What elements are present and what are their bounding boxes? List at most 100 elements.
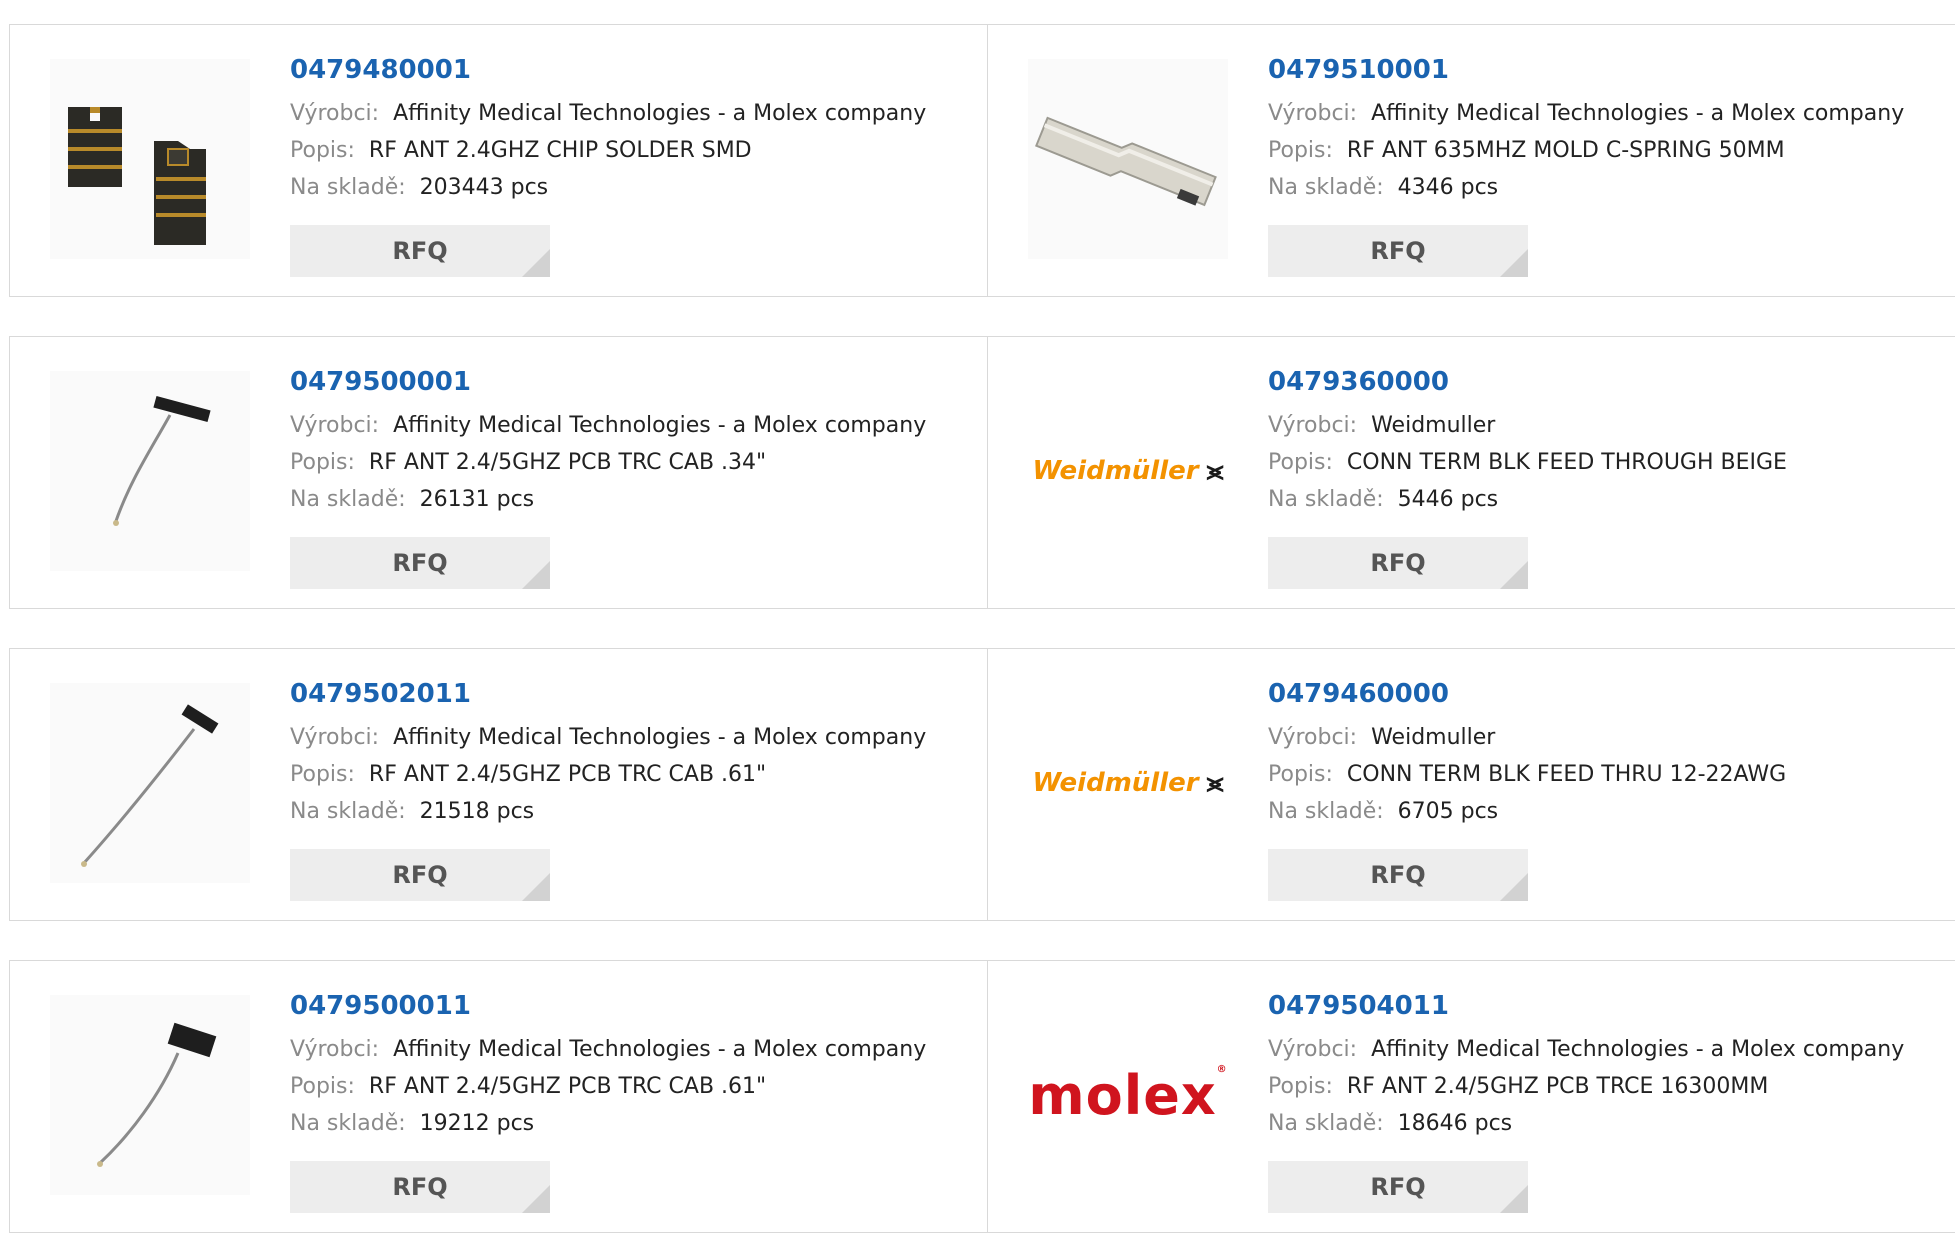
pcb-cable-antenna-image[interactable] <box>50 683 250 883</box>
description-line: Popis: RF ANT 2.4GHZ CHIP SOLDER SMD <box>290 132 977 169</box>
corner-fold-icon <box>1500 561 1528 589</box>
description-line: Popis: CONN TERM BLK FEED THRU 12-22AWG <box>1268 756 1955 793</box>
product-row: 0479502011 Výrobci: Affinity Medical Tech… <box>9 648 1955 921</box>
stock-value: 21518 pcs <box>419 799 535 824</box>
corner-fold-icon <box>522 249 550 277</box>
rfq-label: RFQ <box>1370 861 1426 889</box>
molex-logo[interactable]: molex® <box>1028 995 1228 1195</box>
stock-line: Na skladě: 21518 pcs <box>290 793 977 830</box>
rfq-button[interactable]: RFQ <box>1268 537 1528 589</box>
manufacturer-value: Affinity Medical Technologies - a Molex … <box>393 725 927 750</box>
part-number-link[interactable]: 0479360000 <box>1268 365 1955 399</box>
pcb-cable-antenna-image[interactable] <box>50 995 250 1195</box>
description-label: Popis: <box>290 762 355 787</box>
part-number-link[interactable]: 0479460000 <box>1268 677 1955 711</box>
description-label: Popis: <box>1268 1074 1333 1099</box>
description-value: RF ANT 2.4GHZ CHIP SOLDER SMD <box>368 138 752 163</box>
description-label: Popis: <box>290 138 355 163</box>
weidmuller-logo[interactable]: Weidmüller ⪤ <box>1028 683 1228 883</box>
manufacturer-value: Affinity Medical Technologies - a Molex … <box>1371 1037 1905 1062</box>
rfq-label: RFQ <box>392 549 448 577</box>
corner-fold-icon <box>1500 249 1528 277</box>
corner-fold-icon <box>1500 873 1528 901</box>
description-label: Popis: <box>1268 762 1333 787</box>
description-line: Popis: RF ANT 635MHZ MOLD C-SPRING 50MM <box>1268 132 1955 169</box>
rfq-label: RFQ <box>1370 237 1426 265</box>
stock-value: 19212 pcs <box>419 1111 535 1136</box>
manufacturer-label: Výrobci: <box>1268 1037 1358 1062</box>
rfq-button[interactable]: RFQ <box>290 1161 550 1213</box>
product-card: molex® 0479504011 Výrobci: Affinity Medic… <box>988 961 1955 1232</box>
rfq-button[interactable]: RFQ <box>1268 849 1528 901</box>
description-line: Popis: RF ANT 2.4/5GHZ PCB TRC CAB .61" <box>290 756 977 793</box>
manufacturer-line: Výrobci: Affinity Medical Technologies - … <box>290 719 977 756</box>
product-info: 0479502011 Výrobci: Affinity Medical Tech… <box>290 677 977 830</box>
stock-label: Na skladě: <box>1268 1111 1384 1136</box>
manufacturer-value: Affinity Medical Technologies - a Molex … <box>393 1037 927 1062</box>
part-number-link[interactable]: 0479480001 <box>290 53 977 87</box>
manufacturer-label: Výrobci: <box>290 101 380 126</box>
product-info: 0479510001 Výrobci: Affinity Medical Tech… <box>1268 53 1955 206</box>
corner-fold-icon <box>522 1185 550 1213</box>
rfq-label: RFQ <box>1370 1173 1426 1201</box>
stock-value: 26131 pcs <box>419 487 535 512</box>
spring-antenna-image[interactable] <box>1028 59 1228 259</box>
part-number-link[interactable]: 0479502011 <box>290 677 977 711</box>
molex-logo-text: molex® <box>1028 1063 1228 1127</box>
rfq-button[interactable]: RFQ <box>290 537 550 589</box>
stock-value: 203443 pcs <box>419 175 549 200</box>
manufacturer-line: Výrobci: Weidmuller <box>1268 719 1955 756</box>
manufacturer-value: Weidmuller <box>1371 413 1496 438</box>
rfq-button[interactable]: RFQ <box>1268 1161 1528 1213</box>
manufacturer-line: Výrobci: Affinity Medical Technologies - … <box>290 95 977 132</box>
product-card: 0479480001 Výrobci: Affinity Medical Tech… <box>10 25 988 296</box>
part-number-link[interactable]: 0479510001 <box>1268 53 1955 87</box>
description-value: CONN TERM BLK FEED THROUGH BEIGE <box>1346 450 1787 475</box>
rfq-button[interactable]: RFQ <box>290 849 550 901</box>
weidmuller-logo-text: Weidmüller ⪤ <box>1032 767 1224 798</box>
manufacturer-line: Výrobci: Affinity Medical Technologies - … <box>1268 1031 1955 1068</box>
description-line: Popis: RF ANT 2.4/5GHZ PCB TRCE 16300MM <box>1268 1068 1955 1105</box>
manufacturer-label: Výrobci: <box>1268 413 1358 438</box>
part-number-link[interactable]: 0479504011 <box>1268 989 1955 1023</box>
chip-antenna-image[interactable] <box>50 59 250 259</box>
description-line: Popis: RF ANT 2.4/5GHZ PCB TRC CAB .34" <box>290 444 977 481</box>
rfq-label: RFQ <box>1370 549 1426 577</box>
stock-label: Na skladě: <box>290 799 406 824</box>
description-label: Popis: <box>290 450 355 475</box>
description-line: Popis: CONN TERM BLK FEED THROUGH BEIGE <box>1268 444 1955 481</box>
stock-line: Na skladě: 26131 pcs <box>290 481 977 518</box>
stock-line: Na skladě: 19212 pcs <box>290 1105 977 1142</box>
weidmuller-logo[interactable]: Weidmüller ⪤ <box>1028 371 1228 571</box>
rfq-label: RFQ <box>392 1173 448 1201</box>
stock-line: Na skladě: 4346 pcs <box>1268 169 1955 206</box>
part-number-link[interactable]: 0479500011 <box>290 989 977 1023</box>
description-label: Popis: <box>1268 138 1333 163</box>
product-card: Weidmüller ⪤ 0479460000 Výrobci: Weidmulle… <box>988 649 1955 920</box>
description-value: CONN TERM BLK FEED THRU 12-22AWG <box>1346 762 1787 787</box>
rfq-button[interactable]: RFQ <box>1268 225 1528 277</box>
manufacturer-value: Affinity Medical Technologies - a Molex … <box>393 413 927 438</box>
product-card: 0479500001 Výrobci: Affinity Medical Tech… <box>10 337 988 608</box>
stock-line: Na skladě: 6705 pcs <box>1268 793 1955 830</box>
product-info: 0479360000 Výrobci: Weidmuller Popis: CONN… <box>1268 365 1955 518</box>
description-value: RF ANT 2.4/5GHZ PCB TRCE 16300MM <box>1346 1074 1769 1099</box>
stock-value: 5446 pcs <box>1397 487 1499 512</box>
product-row: 0479480001 Výrobci: Affinity Medical Tech… <box>9 24 1955 297</box>
part-number-link[interactable]: 0479500001 <box>290 365 977 399</box>
description-value: RF ANT 635MHZ MOLD C-SPRING 50MM <box>1346 138 1785 163</box>
manufacturer-value: Affinity Medical Technologies - a Molex … <box>393 101 927 126</box>
corner-fold-icon <box>1500 1185 1528 1213</box>
corner-fold-icon <box>522 561 550 589</box>
stock-label: Na skladě: <box>290 487 406 512</box>
manufacturer-line: Výrobci: Affinity Medical Technologies - … <box>290 407 977 444</box>
rfq-label: RFQ <box>392 861 448 889</box>
rfq-label: RFQ <box>392 237 448 265</box>
rfq-button[interactable]: RFQ <box>290 225 550 277</box>
product-row: 0479500001 Výrobci: Affinity Medical Tech… <box>9 336 1955 609</box>
product-row: 0479500011 Výrobci: Affinity Medical Tech… <box>9 960 1955 1233</box>
pcb-cable-antenna-image[interactable] <box>50 371 250 571</box>
weidmuller-logo-text: Weidmüller ⪤ <box>1032 455 1224 486</box>
manufacturer-value: Affinity Medical Technologies - a Molex … <box>1371 101 1905 126</box>
product-info: 0479460000 Výrobci: Weidmuller Popis: CONN… <box>1268 677 1955 830</box>
